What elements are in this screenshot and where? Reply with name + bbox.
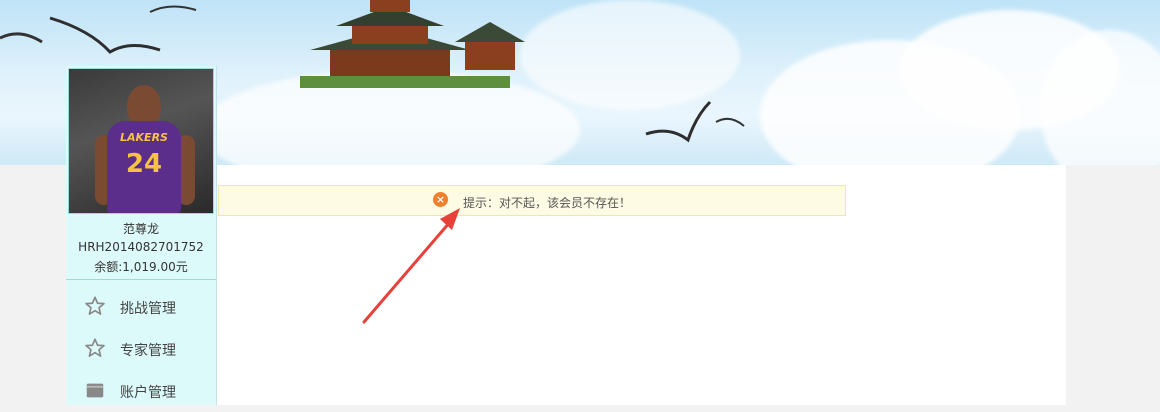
user-sidebar: LAKERS 24 范尊龙 HRH2014082701752 余额:1,019.…	[66, 66, 217, 405]
jersey-number: 24	[125, 149, 163, 179]
crane-bird-icon	[645, 100, 745, 143]
wallet-icon	[86, 383, 104, 398]
pagoda-illustration	[300, 0, 525, 88]
sidebar-divider	[66, 279, 216, 280]
avatar-jersey: LAKERS 24	[107, 121, 181, 213]
sidebar-item-label: 挑战管理	[120, 301, 176, 317]
user-id: HRH2014082701752	[78, 240, 204, 254]
avatar: LAKERS 24	[68, 68, 214, 214]
sidebar-item-label: 账户管理	[120, 385, 176, 401]
alert-message: 提示：对不起，该会员不存在！	[463, 196, 632, 210]
star-icon	[85, 338, 105, 357]
sidebar-item-expert[interactable]: 专家管理	[66, 328, 216, 370]
sidebar-item-label: 专家管理	[120, 343, 176, 359]
user-name: 范尊龙	[122, 222, 159, 236]
close-circle-icon: ×	[433, 192, 448, 207]
user-balance: 余额:1,019.00元	[94, 260, 188, 274]
sidebar-item-challenge[interactable]: 挑战管理	[66, 286, 216, 328]
star-icon	[85, 296, 105, 315]
jersey-team: LAKERS	[120, 131, 168, 144]
sidebar-item-account[interactable]: 账户管理	[66, 370, 216, 412]
crane-bird-icon	[0, 5, 197, 54]
error-alert: × 提示：对不起，该会员不存在！	[218, 185, 846, 216]
